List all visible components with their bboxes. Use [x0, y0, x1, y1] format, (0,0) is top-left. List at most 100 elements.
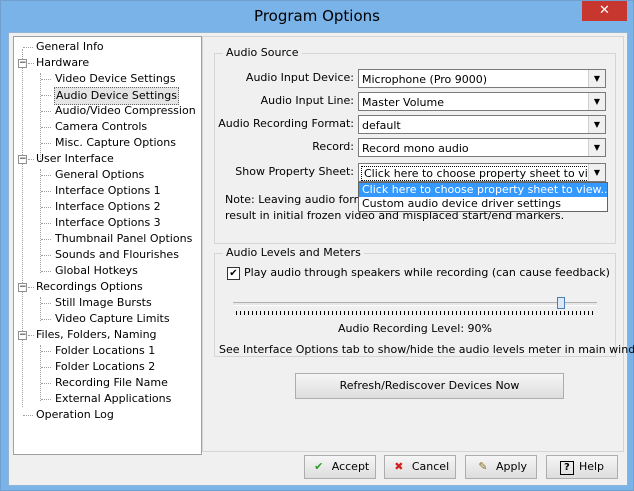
- audio-recording-level-label: Audio Recording Level: 90%: [338, 322, 492, 335]
- tree-item-folder-locations-2[interactable]: Folder Locations 2: [14, 359, 199, 375]
- note-text-line-1: Note: Leaving audio format: [225, 193, 376, 206]
- tree-label: Recordings Options: [36, 280, 143, 293]
- audio-source-group: Audio Source Audio Input Device: Microph…: [214, 46, 616, 244]
- combo-value: Record mono audio: [362, 142, 469, 155]
- tree-label: Folder Locations 2: [55, 360, 156, 373]
- tree-item-sounds-and-flourishes[interactable]: Sounds and Flourishes: [14, 247, 199, 263]
- audio-input-device-select[interactable]: Microphone (Pro 9000) ▼: [358, 69, 606, 88]
- tree-item-global-hotkeys[interactable]: Global Hotkeys: [14, 263, 199, 279]
- tree-item-audio-device-settings[interactable]: Audio Device Settings: [14, 87, 199, 105]
- tree-label: Video Device Settings: [55, 72, 176, 85]
- collapse-icon[interactable]: −: [18, 155, 27, 164]
- tree-label: Recording File Name: [55, 376, 168, 389]
- tree-item-user-interface[interactable]: − User Interface: [14, 151, 199, 167]
- tree-item-interface-options-1[interactable]: Interface Options 1: [14, 183, 199, 199]
- tree-label: External Applications: [55, 392, 172, 405]
- tree-label: Video Capture Limits: [55, 312, 170, 325]
- cancel-button[interactable]: ✖ Cancel: [384, 455, 456, 479]
- chevron-down-icon[interactable]: ▼: [588, 70, 605, 87]
- play-audio-checkbox-label[interactable]: Play audio through speakers while record…: [244, 266, 610, 280]
- chevron-down-icon[interactable]: ▼: [588, 93, 605, 110]
- combo-value: Microphone (Pro 9000): [362, 73, 488, 86]
- apply-label: Apply: [495, 460, 528, 473]
- audio-recording-format-label: Audio Recording Format:: [218, 117, 354, 130]
- chevron-down-icon[interactable]: ▼: [588, 139, 605, 156]
- tree-label: Files, Folders, Naming: [36, 328, 157, 341]
- play-audio-checkbox[interactable]: ✔: [227, 267, 240, 280]
- tree-item-interface-options-2[interactable]: Interface Options 2: [14, 199, 199, 215]
- audio-levels-legend: Audio Levels and Meters: [223, 246, 364, 260]
- property-sheet-dropdown-list: Click here to choose property sheet to v…: [358, 182, 608, 212]
- tree-item-operation-log[interactable]: Operation Log: [14, 407, 199, 423]
- collapse-icon[interactable]: −: [18, 331, 27, 340]
- apply-button[interactable]: ✎ Apply: [465, 455, 537, 479]
- audio-source-legend: Audio Source: [223, 46, 302, 60]
- record-label: Record:: [312, 140, 354, 153]
- cross-icon: ✖: [394, 460, 404, 473]
- audio-input-line-label: Audio Input Line:: [260, 94, 354, 107]
- tree-label: Sounds and Flourishes: [55, 248, 179, 261]
- pencil-icon: ✎: [478, 460, 488, 473]
- tree-item-camera-controls[interactable]: Camera Controls: [14, 119, 199, 135]
- tree-label: Thumbnail Panel Options: [55, 232, 193, 245]
- audio-levels-group: Audio Levels and Meters ✔ Play audio thr…: [214, 246, 634, 357]
- tree-item-recordings-options[interactable]: − Recordings Options: [14, 279, 199, 295]
- tree-item-hardware[interactable]: − Hardware: [14, 55, 199, 71]
- cancel-label: Cancel: [411, 460, 450, 473]
- help-button[interactable]: ? Help: [546, 455, 618, 479]
- show-property-sheet-label: Show Property Sheet:: [235, 165, 354, 178]
- tree-item-video-capture-limits[interactable]: Video Capture Limits: [14, 311, 199, 327]
- audio-level-slider-track[interactable]: [233, 302, 597, 306]
- refresh-devices-button[interactable]: Refresh/Rediscover Devices Now: [295, 373, 564, 399]
- audio-level-slider-ticks: [236, 311, 596, 315]
- tree-item-audio-video-compression[interactable]: Audio/Video Compression: [14, 103, 199, 119]
- tree-label: Still Image Bursts: [55, 296, 152, 309]
- tree-item-thumbnail-panel-options[interactable]: Thumbnail Panel Options: [14, 231, 199, 247]
- tree-item-video-device-settings[interactable]: Video Device Settings: [14, 71, 199, 87]
- record-select[interactable]: Record mono audio ▼: [358, 138, 606, 157]
- property-sheet-select[interactable]: Click here to choose property sheet to v…: [358, 163, 606, 182]
- dialog-client-area: General Info − Hardware Video Device Set…: [8, 32, 634, 486]
- window-title: Program Options: [254, 7, 380, 25]
- tree-label: Global Hotkeys: [55, 264, 138, 277]
- chevron-down-icon[interactable]: ▼: [588, 116, 605, 133]
- combo-value: Click here to choose property sheet to v…: [361, 166, 605, 181]
- tree-label: Camera Controls: [55, 120, 148, 133]
- tree-label: User Interface: [36, 152, 114, 165]
- tree-item-misc-capture-options[interactable]: Misc. Capture Options: [14, 135, 199, 151]
- help-icon: ?: [559, 461, 574, 475]
- audio-input-device-label: Audio Input Device:: [245, 71, 354, 84]
- tree-item-recording-file-name[interactable]: Recording File Name: [14, 375, 199, 391]
- audio-recording-format-select[interactable]: default ▼: [358, 115, 606, 134]
- tree-label: General Info: [36, 40, 104, 53]
- accept-button[interactable]: ✔ Accept: [304, 455, 376, 479]
- tree-item-general-options[interactable]: General Options: [14, 167, 199, 183]
- tree-label: Interface Options 1: [55, 184, 161, 197]
- dropdown-option[interactable]: Click here to choose property sheet to v…: [359, 183, 608, 197]
- accept-label: Accept: [331, 460, 370, 473]
- tree-label: Interface Options 2: [55, 200, 161, 213]
- combo-value: Master Volume: [362, 96, 444, 109]
- checkmark-icon: ✔: [314, 460, 324, 473]
- tree-label: Operation Log: [36, 408, 114, 421]
- levels-meter-hint: See Interface Options tab to show/hide t…: [219, 343, 634, 356]
- tree-item-folder-locations-1[interactable]: Folder Locations 1: [14, 343, 199, 359]
- collapse-icon[interactable]: −: [18, 59, 27, 68]
- collapse-icon[interactable]: −: [18, 283, 27, 292]
- tree-item-external-applications[interactable]: External Applications: [14, 391, 199, 407]
- tree-item-general-info[interactable]: General Info: [14, 39, 199, 55]
- audio-input-line-select[interactable]: Master Volume ▼: [358, 92, 606, 111]
- tree-item-files-folders-naming[interactable]: − Files, Folders, Naming: [14, 327, 199, 343]
- close-button[interactable]: ✕: [582, 1, 627, 21]
- tree-label: Audio/Video Compression: [55, 104, 196, 117]
- tree-item-interface-options-3[interactable]: Interface Options 3: [14, 215, 199, 231]
- audio-level-slider-thumb[interactable]: [556, 297, 565, 309]
- tree-label: Interface Options 3: [55, 216, 161, 229]
- combo-value: default: [362, 119, 401, 132]
- options-tree[interactable]: General Info − Hardware Video Device Set…: [13, 36, 202, 455]
- chevron-down-icon[interactable]: ▼: [588, 164, 605, 181]
- dropdown-option[interactable]: Custom audio device driver settings: [359, 197, 607, 211]
- tree-item-still-image-bursts[interactable]: Still Image Bursts: [14, 295, 199, 311]
- program-options-window: Program Options ✕ General Info − Hardwar…: [0, 0, 634, 491]
- help-label: Help: [578, 460, 605, 473]
